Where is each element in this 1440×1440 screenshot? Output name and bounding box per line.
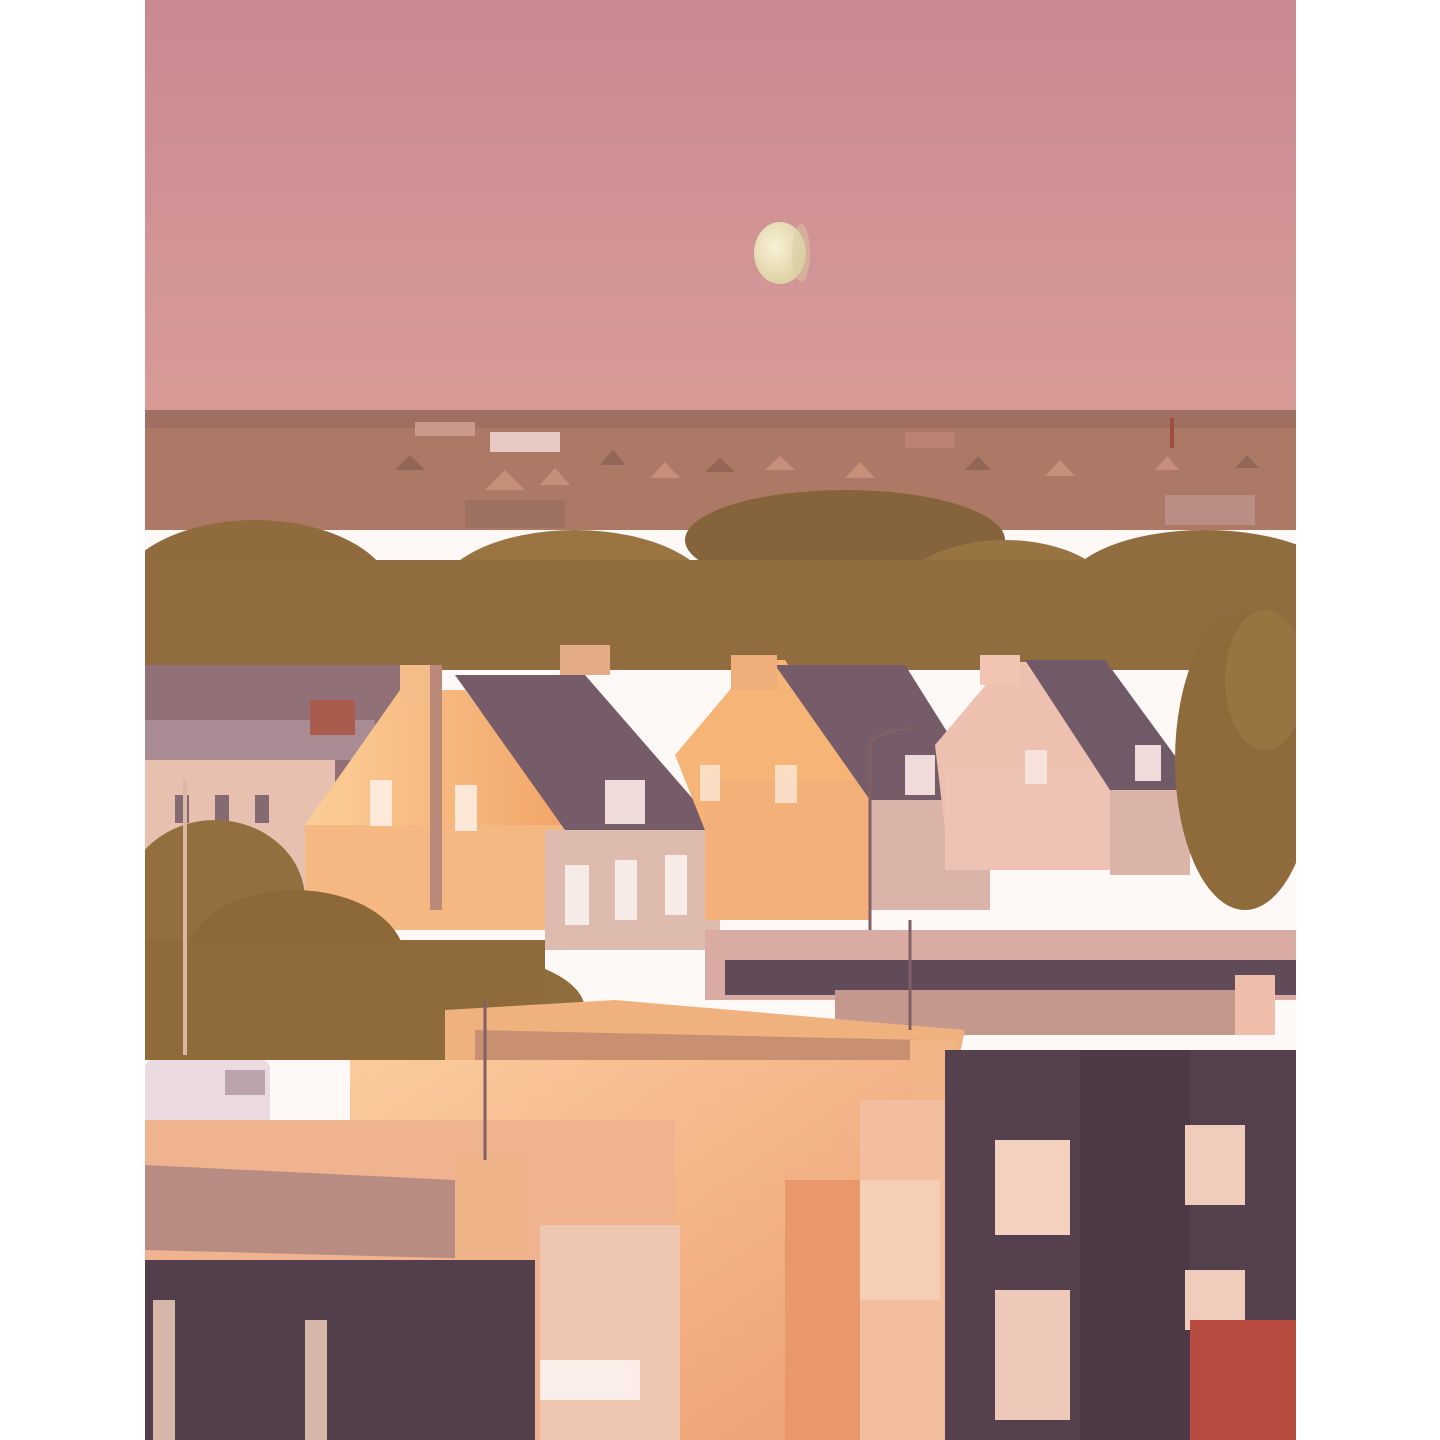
warm-tint xyxy=(145,0,1296,1440)
photo-frame xyxy=(145,0,1296,1440)
scene xyxy=(145,0,1296,1440)
